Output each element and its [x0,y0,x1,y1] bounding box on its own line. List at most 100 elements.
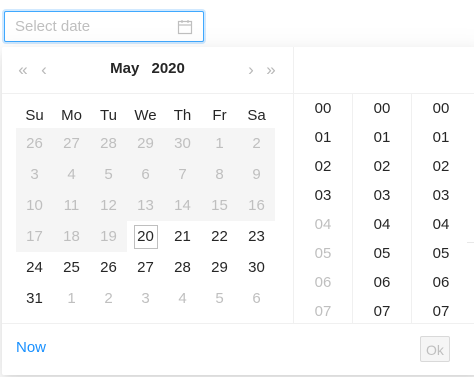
calendar-day-label: 31 [26,289,43,307]
calendar-week-row: 17 18 19 20 21 22 23 [16,221,275,252]
calendar-day: 9 [238,159,275,190]
calendar-day: 27 [53,128,90,159]
second-option[interactable]: 02 [412,152,470,181]
calendar-day-label: 27 [137,258,154,276]
calendar-day[interactable]: 23 [238,221,275,252]
calendar-day-label: 22 [211,227,228,245]
divider [467,242,474,243]
calendar-day-label: 1 [67,289,76,307]
double-chevron-right-icon[interactable]: » [260,57,282,83]
calendar-day: 13 [127,190,164,221]
weekday-header: Fr [212,106,227,124]
date-input-field[interactable] [5,13,175,40]
calendar-day: 15 [201,190,238,221]
calendar-week-row: 24 25 26 27 28 29 30 [16,252,275,283]
second-option[interactable]: 01 [412,123,470,152]
minutes-column[interactable]: 00 01 02 03 04 05 06 07 [353,94,412,323]
calendar-week-row: 31 1 2 3 4 5 6 [16,283,275,314]
hour-option: 04 [314,216,332,233]
weekday-header: Tu [100,106,117,124]
date-picker-input[interactable] [4,11,204,42]
calendar-day-label: 14 [174,196,191,214]
second-option[interactable]: 06 [412,268,470,297]
calendar-day-label: 21 [174,227,191,245]
calendar-day[interactable]: 31 [16,283,53,314]
calendar-day[interactable]: 30 [238,252,275,283]
calendar-day[interactable]: 4 [164,283,201,314]
second-option[interactable]: 00 [412,94,470,123]
month-label[interactable]: May [110,60,139,77]
minute-option[interactable]: 00 [353,94,411,123]
minute-option[interactable]: 03 [353,181,411,210]
now-link[interactable]: Now [16,339,46,356]
calendar-day-label: 23 [248,227,265,245]
calendar-day[interactable]: 2 [90,283,127,314]
second-option[interactable]: 07 [412,297,470,323]
calendar-day-label: 30 [174,134,191,152]
calendar-day-label: 16 [248,196,265,214]
calendar-day-label: 13 [137,196,154,214]
minute-option[interactable]: 05 [353,239,411,268]
calendar-day-label: 3 [141,289,150,307]
calendar-day: 28 [90,128,127,159]
hour-option[interactable]: 01 [294,123,352,152]
calendar-day[interactable]: 21 [164,221,201,252]
calendar-day: 6 [127,159,164,190]
calendar-day[interactable]: 5 [201,283,238,314]
calendar-day-label: 12 [100,196,117,214]
year-label[interactable]: 2020 [151,60,184,77]
calendar-day: 26 [16,128,53,159]
calendar-day[interactable]: 22 [201,221,238,252]
calendar-day-label: 2 [104,289,113,307]
calendar-week-row: 3 4 5 6 7 8 9 [16,159,275,190]
calendar-day: 11 [53,190,90,221]
second-option[interactable]: 05 [412,239,470,268]
calendar-day[interactable]: 1 [53,283,90,314]
minute-option[interactable]: 01 [353,123,411,152]
calendar-day: 18 [53,221,90,252]
second-option[interactable]: 04 [412,210,470,239]
minute-option[interactable]: 07 [353,297,411,323]
calendar-day[interactable]: 6 [238,283,275,314]
calendar-day: 2 [238,128,275,159]
date-panel: « ‹ May 2020 › » Su Mo Tu We Th Fr Sa 26 27 28 29… [2,47,294,323]
calendar-day-label: 29 [211,258,228,276]
calendar-day: 29 [127,128,164,159]
calendar-day[interactable]: 25 [53,252,90,283]
picker-footer: Now Ok [2,323,474,376]
calendar-day: 10 [16,190,53,221]
calendar-day[interactable]: 24 [16,252,53,283]
minute-option[interactable]: 02 [353,152,411,181]
second-option[interactable]: 03 [412,181,470,210]
calendar-day-label: 25 [63,258,80,276]
calendar-day-label: 26 [26,134,43,152]
hour-option[interactable]: 03 [294,181,352,210]
calendar-day: 19 [90,221,127,252]
calendar-day-label: 18 [63,227,80,245]
weekday-header: Mo [61,106,82,124]
calendar-day[interactable]: 27 [127,252,164,283]
calendar-day-label: 17 [26,227,43,245]
chevron-right-icon[interactable]: › [240,57,262,83]
calendar-day-label: 5 [215,289,224,307]
hours-column[interactable]: 00 01 02 03 04 05 06 07 [294,94,353,323]
calendar-day-label: 4 [178,289,187,307]
seconds-column[interactable]: 00 01 02 03 04 05 06 07 [412,94,470,323]
calendar-week-row: 26 27 28 29 30 1 2 [16,128,275,159]
calendar-day: 1 [201,128,238,159]
hour-option[interactable]: 00 [294,94,352,123]
minute-option[interactable]: 04 [353,210,411,239]
calendar-day-label: 1 [215,134,224,152]
calendar-icon[interactable] [177,19,193,35]
calendar-day[interactable]: 26 [90,252,127,283]
ok-button[interactable]: Ok [420,336,450,362]
hour-option[interactable]: 02 [294,152,352,181]
calendar-day-today[interactable]: 20 [127,221,164,252]
minute-option[interactable]: 06 [353,268,411,297]
calendar-day[interactable]: 28 [164,252,201,283]
calendar-day: 30 [164,128,201,159]
calendar-day-label: 3 [30,165,39,183]
calendar-day[interactable]: 3 [127,283,164,314]
calendar-day[interactable]: 29 [201,252,238,283]
calendar-day-label: 19 [100,227,117,245]
